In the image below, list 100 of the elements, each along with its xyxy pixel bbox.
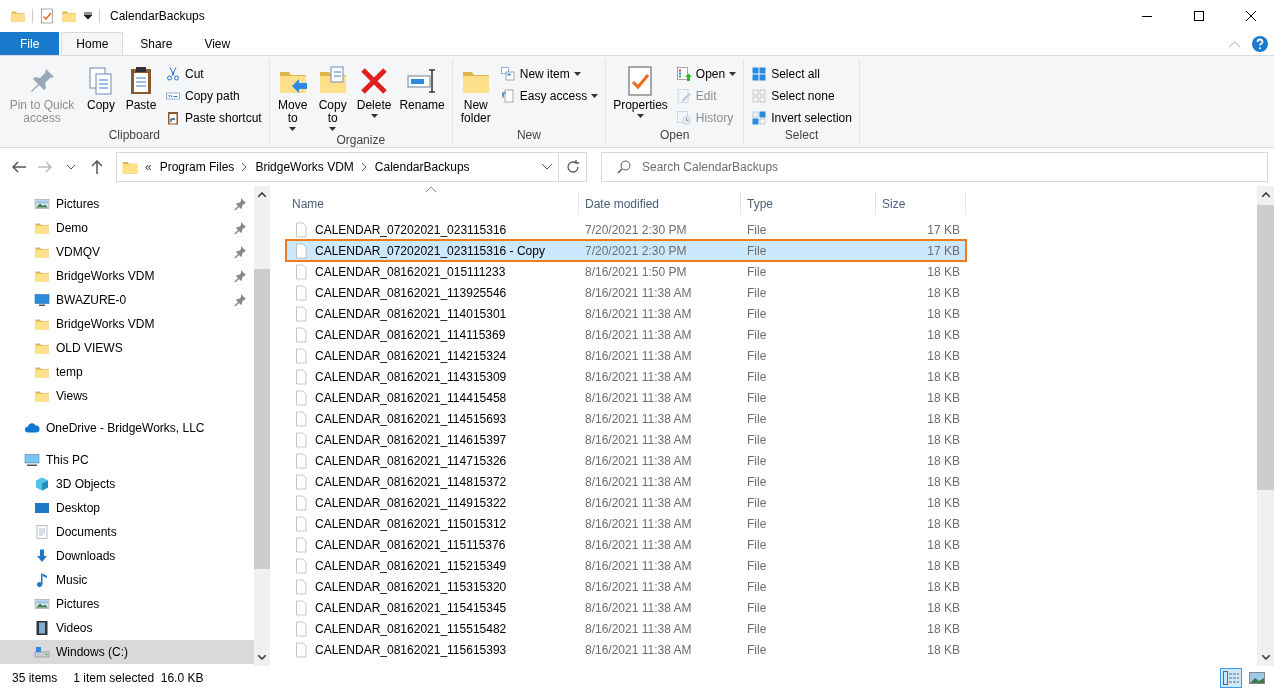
address-bar[interactable]: « Program Files BridgeWorks VDM CalendarBackups bbox=[116, 152, 587, 182]
ribbon-button[interactable]: Copy path bbox=[162, 86, 265, 106]
chevron-icon bbox=[242, 163, 248, 171]
dropdown-caret-icon bbox=[370, 114, 378, 118]
ribbon-button[interactable]: Select none bbox=[748, 86, 855, 106]
film-icon bbox=[34, 620, 50, 636]
breadcrumb[interactable]: Program Files bbox=[157, 160, 237, 174]
file-icon bbox=[293, 389, 309, 406]
file-row[interactable]: CALENDAR_08162021_114015301 8/16/2021 11:38 AM File 18 KB bbox=[286, 303, 966, 324]
size-cell-text: 18 KB bbox=[926, 390, 961, 405]
file-name: CALENDAR_08162021_115415345 bbox=[315, 600, 507, 615]
file-row[interactable]: CALENDAR_08162021_115215349 8/16/2021 11:38 AM File 18 KB bbox=[286, 555, 966, 576]
ribbon-button[interactable]: New item bbox=[496, 64, 602, 84]
chevron-icon bbox=[361, 163, 367, 171]
ribbon-button[interactable]: Paste bbox=[122, 63, 160, 128]
help-icon[interactable] bbox=[1252, 35, 1268, 52]
file-row[interactable]: CALENDAR_08162021_114815372 8/16/2021 11:38 AM File 18 KB bbox=[286, 471, 966, 492]
ribbon-button[interactable]: Cut bbox=[162, 64, 265, 84]
ribbon-button[interactable]: Open bbox=[672, 64, 740, 84]
file-row[interactable]: CALENDAR_07202021_023115316 7/20/2021 2:30 PM File 17 KB bbox=[286, 219, 966, 240]
file-row[interactable]: CALENDAR_08162021_114715326 8/16/2021 11:38 AM File 18 KB bbox=[286, 450, 966, 471]
file-row[interactable]: CALENDAR_08162021_115515482 8/16/2021 11:38 AM File 18 KB bbox=[286, 618, 966, 639]
file-row[interactable]: CALENDAR_08162021_115415345 8/16/2021 11:38 AM File 18 KB bbox=[286, 597, 966, 618]
type-cell-text: File bbox=[746, 390, 768, 405]
nav-item[interactable]: Pictures bbox=[0, 192, 254, 216]
date-cell-text: 8/16/2021 11:38 AM bbox=[584, 495, 693, 510]
ribbon-tab[interactable]: File bbox=[0, 32, 60, 55]
file-row[interactable]: CALENDAR_08162021_113925546 8/16/2021 11:38 AM File 18 KB bbox=[286, 282, 966, 303]
ribbon-button[interactable]: Select all bbox=[748, 64, 855, 84]
file-row[interactable]: CALENDAR_08162021_114215324 8/16/2021 11:38 AM File 18 KB bbox=[286, 345, 966, 366]
file-row[interactable]: CALENDAR_08162021_115015312 8/16/2021 11:38 AM File 18 KB bbox=[286, 513, 966, 534]
open-icon bbox=[675, 66, 692, 82]
nav-item[interactable]: Videos bbox=[0, 616, 254, 640]
breadcrumb-overflow[interactable]: « bbox=[145, 160, 152, 174]
file-row[interactable]: CALENDAR_08162021_114115369 8/16/2021 11:38 AM File 18 KB bbox=[286, 324, 966, 345]
nav-item[interactable]: BWAZURE-0 bbox=[0, 288, 254, 312]
file-icon bbox=[293, 536, 309, 553]
customize-caret-icon[interactable] bbox=[83, 12, 93, 20]
nav-item[interactable]: Music bbox=[0, 568, 254, 592]
nav-item[interactable]: Views bbox=[0, 384, 254, 408]
download-icon bbox=[34, 548, 50, 564]
nav-item[interactable]: VDMQV bbox=[0, 240, 254, 264]
breadcrumb[interactable]: CalendarBackups bbox=[372, 160, 472, 174]
file-row[interactable]: CALENDAR_08162021_114415458 8/16/2021 11:38 AM File 18 KB bbox=[286, 387, 966, 408]
nav-item[interactable]: Demo bbox=[0, 216, 254, 240]
file-name: CALENDAR_07202021_023115316 - Copy bbox=[315, 243, 545, 258]
size-cell-text: 18 KB bbox=[926, 453, 961, 468]
ribbon-button[interactable]: Easy access bbox=[496, 86, 602, 106]
file-row[interactable]: CALENDAR_08162021_114615397 8/16/2021 11:38 AM File 18 KB bbox=[286, 429, 966, 450]
ribbon-button[interactable]: Rename bbox=[396, 63, 448, 133]
nav-item[interactable]: 3D Objects bbox=[0, 472, 254, 496]
file-row[interactable]: CALENDAR_07202021_023115316 - Copy 7/20/2021 2:30 PM File 17 KB bbox=[286, 240, 966, 261]
nav-item[interactable]: temp bbox=[0, 360, 254, 384]
scroll-down-icon bbox=[258, 655, 266, 660]
file-icon bbox=[293, 494, 309, 511]
ribbon-button[interactable]: Properties bbox=[610, 63, 671, 128]
breadcrumb[interactable]: BridgeWorks VDM bbox=[253, 160, 356, 174]
column-header[interactable]: Type bbox=[741, 192, 876, 215]
ribbon-button[interactable]: Paste shortcut bbox=[162, 108, 265, 128]
dropdown-chevron-icon[interactable] bbox=[542, 164, 552, 170]
file-row[interactable]: CALENDAR_08162021_114315309 8/16/2021 11:38 AM File 18 KB bbox=[286, 366, 966, 387]
nav-item[interactable]: This PC bbox=[0, 448, 254, 472]
file-row[interactable]: CALENDAR_08162021_114515693 8/16/2021 11:38 AM File 18 KB bbox=[286, 408, 966, 429]
file-row[interactable]: CALENDAR_08162021_015111233 8/16/2021 1:50 PM File 18 KB bbox=[286, 261, 966, 282]
nav-item[interactable]: BridgeWorks VDM bbox=[0, 312, 254, 336]
nav-item[interactable]: OLD VIEWS bbox=[0, 336, 254, 360]
nav-item[interactable]: Windows (C:) bbox=[0, 640, 254, 664]
file-row[interactable]: CALENDAR_08162021_115115376 8/16/2021 11:38 AM File 18 KB bbox=[286, 534, 966, 555]
column-header[interactable]: Name bbox=[286, 192, 579, 215]
ribbon-button[interactable]: Delete bbox=[353, 63, 395, 133]
size-cell-text: 18 KB bbox=[926, 537, 961, 552]
ribbon-button[interactable]: Copy to bbox=[313, 63, 352, 133]
file-name: CALENDAR_08162021_115215349 bbox=[315, 558, 507, 573]
file-row[interactable]: CALENDAR_08162021_115315320 8/16/2021 11:38 AM File 18 KB bbox=[286, 576, 966, 597]
nav-item[interactable]: Desktop bbox=[0, 496, 254, 520]
scrollbar[interactable] bbox=[1257, 186, 1274, 666]
nav-item[interactable]: OneDrive - BridgeWorks, LLC bbox=[0, 416, 254, 440]
ribbon-button[interactable]: Copy bbox=[82, 63, 120, 128]
dropdown-caret-icon bbox=[573, 72, 581, 76]
ribbon-button[interactable]: Move to bbox=[273, 63, 312, 133]
type-cell-text: File bbox=[746, 348, 768, 363]
nav-item[interactable]: BridgeWorks VDM bbox=[0, 264, 254, 288]
ribbon-button[interactable]: Invert selection bbox=[748, 108, 855, 128]
scrollbar[interactable] bbox=[254, 186, 270, 666]
pictures-icon bbox=[34, 196, 50, 212]
nav-item[interactable]: Documents bbox=[0, 520, 254, 544]
size-cell-text: 18 KB bbox=[926, 516, 961, 531]
column-header[interactable]: Date modified bbox=[579, 192, 741, 215]
type-cell-text: File bbox=[746, 642, 768, 657]
details-view-button[interactable] bbox=[1220, 668, 1242, 688]
ribbon-tab[interactable]: Home bbox=[61, 32, 124, 55]
search-field[interactable]: Search CalendarBackups bbox=[601, 152, 1268, 182]
nav-item[interactable]: Pictures bbox=[0, 592, 254, 616]
file-name: CALENDAR_08162021_114415458 bbox=[315, 390, 507, 405]
nav-item[interactable]: Downloads bbox=[0, 544, 254, 568]
ribbon-button[interactable]: New folder bbox=[456, 63, 495, 128]
file-row[interactable]: CALENDAR_08162021_114915322 8/16/2021 11:38 AM File 18 KB bbox=[286, 492, 966, 513]
column-header[interactable]: Size bbox=[876, 192, 966, 215]
file-row[interactable]: CALENDAR_08162021_115615393 8/16/2021 11:38 AM File 18 KB bbox=[286, 639, 966, 660]
refresh-icon bbox=[565, 160, 580, 174]
